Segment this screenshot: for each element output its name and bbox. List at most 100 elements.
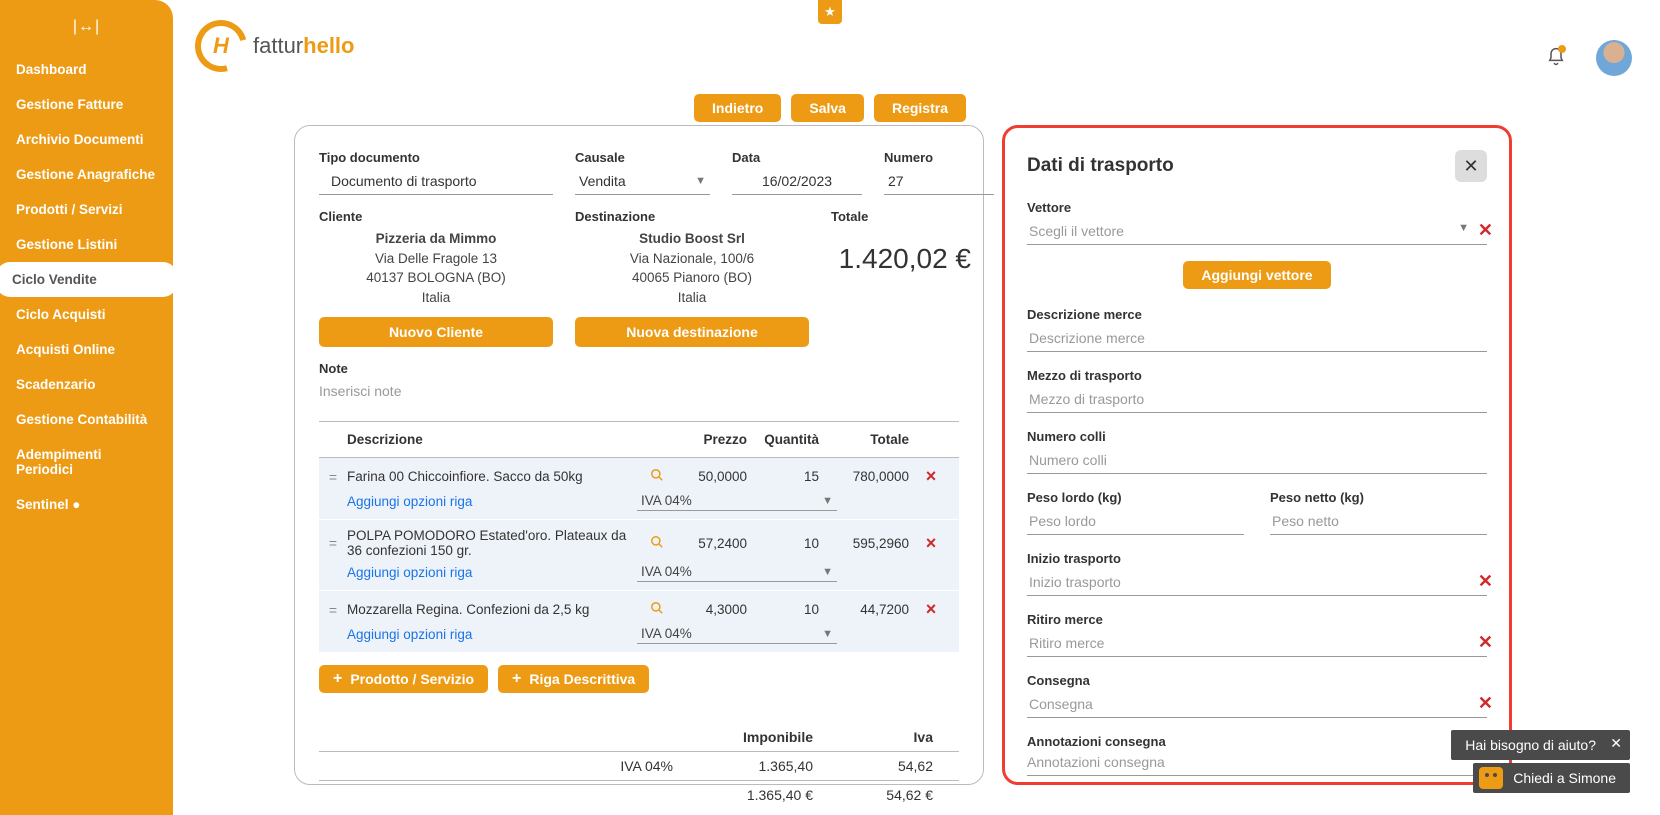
row-desc[interactable]: Mozzarella Regina. Confezioni da 2,5 kg: [347, 602, 637, 617]
sidebar-item-acquisti-online[interactable]: Acquisti Online: [0, 332, 173, 367]
mezzo-input[interactable]: [1027, 388, 1487, 413]
row-options-link[interactable]: Aggiungi opzioni riga: [347, 494, 637, 509]
row-options-link[interactable]: Aggiungi opzioni riga: [347, 627, 637, 642]
numero-input[interactable]: [884, 170, 994, 195]
chatbot-icon: [1479, 767, 1503, 789]
inizio-trasporto-label: Inizio trasporto: [1027, 551, 1487, 566]
add-product-button[interactable]: +Prodotto / Servizio: [319, 665, 488, 693]
search-icon[interactable]: [637, 535, 677, 552]
brand-logo[interactable]: fatturhello: [195, 20, 354, 72]
sidebar-item-ciclo-vendite[interactable]: Ciclo Vendite: [0, 262, 177, 297]
row-iva-select[interactable]: IVA 04%▼: [637, 624, 837, 644]
sidebar-item-gestione-fatture[interactable]: Gestione Fatture: [0, 87, 173, 122]
totals-imponibile-final: 1.365,40 €: [679, 787, 819, 803]
descrizione-merce-input[interactable]: [1027, 327, 1487, 352]
help-bar[interactable]: Hai bisogno di aiuto? ✕: [1451, 730, 1630, 760]
numero-colli-input[interactable]: [1027, 449, 1487, 474]
delete-row-icon[interactable]: ×: [917, 599, 945, 620]
numero-colli-label: Numero colli: [1027, 429, 1487, 444]
peso-lordo-input[interactable]: [1027, 510, 1244, 535]
brand-logo-text: fatturhello: [253, 33, 354, 59]
row-options-link[interactable]: Aggiungi opzioni riga: [347, 565, 637, 580]
causale-select[interactable]: Vendita▼: [575, 170, 710, 195]
sidebar-item-adempimenti-periodici[interactable]: Adempimenti Periodici: [0, 437, 173, 487]
row-price[interactable]: 50,0000: [677, 469, 755, 484]
sidebar-item-prodotti-servizi[interactable]: Prodotti / Servizi: [0, 192, 173, 227]
row-price[interactable]: 4,3000: [677, 602, 755, 617]
chevron-down-icon: ▼: [822, 495, 833, 507]
sidebar-item-ciclo-acquisti[interactable]: Ciclo Acquisti: [0, 297, 173, 332]
sidebar-item-archivio-documenti[interactable]: Archivio Documenti: [0, 122, 173, 157]
totals-box: Imponibile Iva IVA 04% 1.365,40 54,62 1.…: [319, 723, 959, 809]
sidebar: |↔| Dashboard Gestione Fatture Archivio …: [0, 0, 173, 815]
drag-handle-icon[interactable]: =: [319, 469, 347, 485]
tipo-documento-value[interactable]: Documento di trasporto: [319, 170, 553, 195]
chat-label: Chiedi a Simone: [1513, 770, 1616, 786]
sidebar-item-gestione-contabilita[interactable]: Gestione Contabilità: [0, 402, 173, 437]
search-icon[interactable]: [637, 468, 677, 485]
peso-lordo-label: Peso lordo (kg): [1027, 490, 1244, 505]
row-iva-select[interactable]: IVA 04%▼: [637, 562, 837, 582]
data-input[interactable]: [732, 170, 862, 195]
th-descrizione: Descrizione: [347, 432, 637, 447]
plus-icon: +: [333, 671, 342, 687]
numero-label: Numero: [884, 150, 994, 165]
chevron-down-icon: ▼: [822, 566, 833, 578]
aggiungi-vettore-button[interactable]: Aggiungi vettore: [1183, 261, 1330, 289]
add-descriptive-row-button[interactable]: +Riga Descrittiva: [498, 665, 649, 693]
cliente-box[interactable]: Pizzeria da Mimmo Via Delle Fragole 13 4…: [319, 229, 553, 307]
nuova-destinazione-button[interactable]: Nuova destinazione: [575, 317, 809, 347]
clear-ritiro-icon[interactable]: ✕: [1478, 632, 1493, 653]
totals-imponibile: 1.365,40: [679, 758, 819, 774]
search-icon[interactable]: [637, 601, 677, 618]
clear-consegna-icon[interactable]: ✕: [1478, 693, 1493, 714]
clear-inizio-icon[interactable]: ✕: [1478, 571, 1493, 592]
row-price[interactable]: 57,2400: [677, 536, 755, 551]
favorite-banner[interactable]: ★: [818, 0, 842, 24]
vettore-select[interactable]: [1027, 220, 1487, 245]
register-button[interactable]: Registra: [874, 94, 966, 122]
close-button[interactable]: ✕: [1455, 150, 1487, 182]
delete-row-icon[interactable]: ×: [917, 466, 945, 487]
consegna-input[interactable]: [1027, 693, 1487, 718]
drag-handle-icon[interactable]: =: [319, 602, 347, 618]
row-iva-select[interactable]: IVA 04%▼: [637, 491, 837, 511]
destinazione-box[interactable]: Studio Boost Srl Via Nazionale, 100/6 40…: [575, 229, 809, 307]
save-button[interactable]: Salva: [791, 94, 864, 122]
sidebar-item-sentinel[interactable]: Sentinel ●: [0, 487, 173, 522]
tipo-documento-label: Tipo documento: [319, 150, 553, 165]
delete-row-icon[interactable]: ×: [917, 533, 945, 554]
row-qty[interactable]: 15: [755, 469, 827, 484]
nuovo-cliente-button[interactable]: Nuovo Cliente: [319, 317, 553, 347]
help-close-icon[interactable]: ✕: [1610, 735, 1622, 752]
row-total: 595,2960: [827, 536, 917, 551]
ritiro-merce-input[interactable]: [1027, 632, 1487, 657]
note-input[interactable]: Inserisci note: [319, 381, 959, 399]
inizio-trasporto-input[interactable]: [1027, 571, 1487, 596]
note-label: Note: [319, 361, 959, 376]
mezzo-label: Mezzo di trasporto: [1027, 368, 1487, 383]
th-iva: Iva: [819, 729, 939, 745]
user-avatar[interactable]: [1596, 40, 1632, 76]
sidebar-item-scadenzario[interactable]: Scadenzario: [0, 367, 173, 402]
clear-vettore-icon[interactable]: ✕: [1478, 220, 1493, 241]
peso-netto-input[interactable]: [1270, 510, 1487, 535]
vettore-label: Vettore: [1027, 200, 1487, 215]
back-button[interactable]: Indietro: [694, 94, 781, 122]
notifications-bell-icon[interactable]: [1546, 47, 1566, 69]
cliente-addr2: 40137 BOLOGNA (BO): [319, 268, 553, 288]
sidebar-item-gestione-anagrafiche[interactable]: Gestione Anagrafiche: [0, 157, 173, 192]
row-qty[interactable]: 10: [755, 536, 827, 551]
notification-dot: [1558, 45, 1566, 53]
sidebar-item-gestione-listini[interactable]: Gestione Listini: [0, 227, 173, 262]
row-qty[interactable]: 10: [755, 602, 827, 617]
row-desc[interactable]: POLPA POMODORO Estated'oro. Plateaux da …: [347, 528, 637, 558]
sidebar-collapse-icon[interactable]: |↔|: [0, 12, 173, 52]
topbar-right: [1546, 40, 1632, 76]
chat-button[interactable]: Chiedi a Simone: [1473, 763, 1630, 793]
sidebar-item-dashboard[interactable]: Dashboard: [0, 52, 173, 87]
row-desc[interactable]: Farina 00 Chiccoinfiore. Sacco da 50kg: [347, 469, 637, 484]
annotazioni-input[interactable]: Annotazioni consegna: [1027, 754, 1487, 776]
dest-addr1: Via Nazionale, 100/6: [575, 249, 809, 269]
drag-handle-icon[interactable]: =: [319, 535, 347, 551]
